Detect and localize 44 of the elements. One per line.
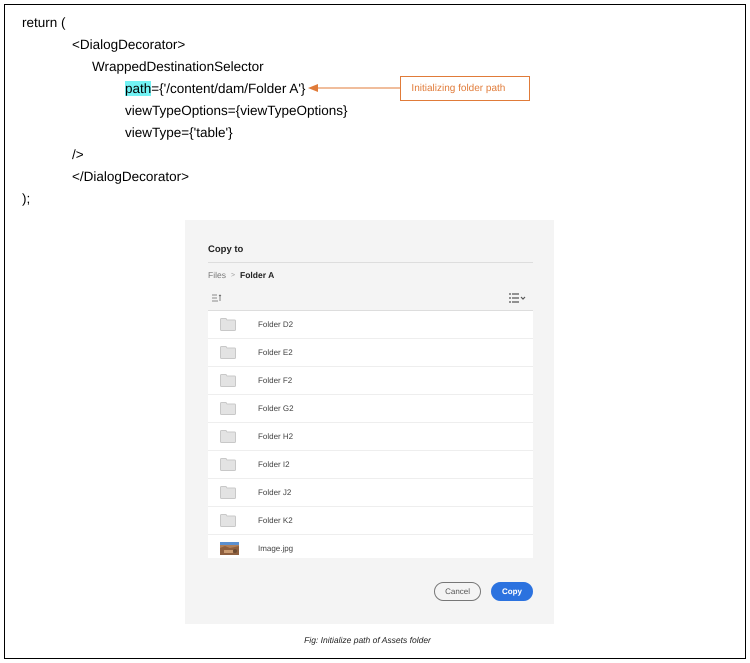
folder-icon [220,514,236,527]
folder-icon [220,374,236,387]
breadcrumb-current: Folder A [240,270,274,280]
row-name: Folder K2 [258,516,293,525]
row-name: Folder D2 [258,320,294,329]
folder-icon [220,402,236,415]
list-row[interactable]: Image.jpg [208,535,533,558]
folder-icon [220,486,236,499]
callout-label: Initializing folder path [400,76,530,100]
cancel-button[interactable]: Cancel [434,582,481,601]
row-name: Folder I2 [258,460,290,469]
code-line: path={'/content/dam/Folder A'} [125,80,306,96]
row-name: Image.jpg [258,544,294,553]
sort-icon[interactable] [212,294,222,302]
code-line: viewType={'table'} [125,124,233,140]
figure-caption: Fig: Initialize path of Assets folder [303,635,432,645]
code-line: WrappedDestinationSelector [92,58,264,74]
row-name: Folder F2 [258,376,292,385]
code-line: viewTypeOptions={viewTypeOptions} [125,102,348,118]
list-row[interactable]: Folder H2 [208,423,533,451]
code-line: /> [72,146,84,162]
folder-icon [220,458,236,471]
view-menu-icon[interactable] [509,293,527,303]
code-line: ); [22,190,30,206]
folder-icon [220,430,236,443]
breadcrumb-link[interactable]: Files [208,270,226,280]
list-row[interactable]: Folder G2 [208,395,533,423]
dialog-title: Copy to [208,244,533,263]
list-row[interactable]: Folder K2 [208,507,533,535]
list-row[interactable]: Folder E2 [208,339,533,367]
list-row[interactable]: Folder J2 [208,479,533,507]
code-line: <DialogDecorator> [72,36,186,52]
row-name: Folder H2 [258,432,294,441]
list-row[interactable]: Folder F2 [208,367,533,395]
folder-icon [220,346,236,359]
row-name: Folder E2 [258,348,293,357]
row-name: Folder J2 [258,488,292,497]
folder-icon [220,318,236,331]
code-line: </DialogDecorator> [72,168,190,184]
copy-button[interactable]: Copy [491,582,533,601]
code-line: return ( [22,14,66,30]
list-row[interactable]: Folder I2 [208,451,533,479]
row-name: Folder G2 [258,404,294,413]
list-row[interactable]: Folder D2 [208,311,533,339]
